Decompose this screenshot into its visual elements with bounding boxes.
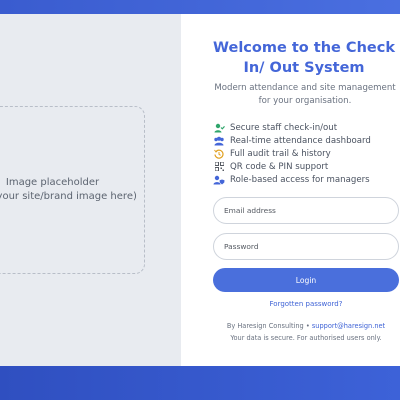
footer-company: By Haresign Consulting • (226, 322, 310, 330)
feature-item: QR code & PIN support (213, 160, 399, 173)
top-bar (0, 0, 400, 14)
login-button[interactable]: Login (213, 268, 399, 292)
qr-code-icon (213, 162, 225, 172)
password-field[interactable] (213, 233, 399, 260)
feature-label: Secure staff check-in/out (230, 122, 338, 133)
footer: By Haresign Consulting • support@haresig… (213, 320, 399, 344)
users-icon (213, 136, 225, 146)
feature-label: QR code & PIN support (230, 161, 329, 172)
page-subtitle: Modern attendance and site management fo… (214, 83, 396, 106)
feature-item: Real-time attendance dashboard (213, 134, 399, 147)
feature-label: Full audit trail & history (230, 148, 331, 159)
brand-panel: Image placeholder (load your site/brand … (0, 14, 181, 366)
feature-item: Secure staff check-in/out (213, 121, 399, 134)
feature-label: Role-based access for managers (230, 174, 370, 185)
bottom-bar (0, 366, 400, 400)
feature-item: Role-based access for managers (213, 173, 399, 186)
history-icon (213, 149, 225, 159)
feature-item: Full audit trail & history (213, 147, 399, 160)
feature-label: Real-time attendance dashboard (230, 135, 371, 146)
support-email-link[interactable]: support@haresign.net (312, 322, 385, 330)
user-shield-icon (213, 175, 225, 185)
email-field[interactable] (213, 197, 399, 224)
brand-image-placeholder: Image placeholder (load your site/brand … (0, 106, 145, 274)
user-check-icon (213, 123, 225, 133)
feature-list: Secure staff check-in/out Real-time atte… (213, 121, 399, 186)
login-panel: Welcome to the Check In/ Out System Mode… (181, 14, 400, 366)
page-title: Welcome to the Check In/ Out System (213, 40, 395, 76)
placeholder-title: Image placeholder (5, 177, 100, 188)
placeholder-hint: (load your site/brand image here) (0, 191, 137, 202)
footer-contact: By Haresign Consulting • support@haresig… (213, 320, 399, 332)
footer-security-note: Your data is secure. For authorised user… (230, 334, 382, 342)
forgot-password-link[interactable]: Forgotten password? (213, 300, 399, 308)
